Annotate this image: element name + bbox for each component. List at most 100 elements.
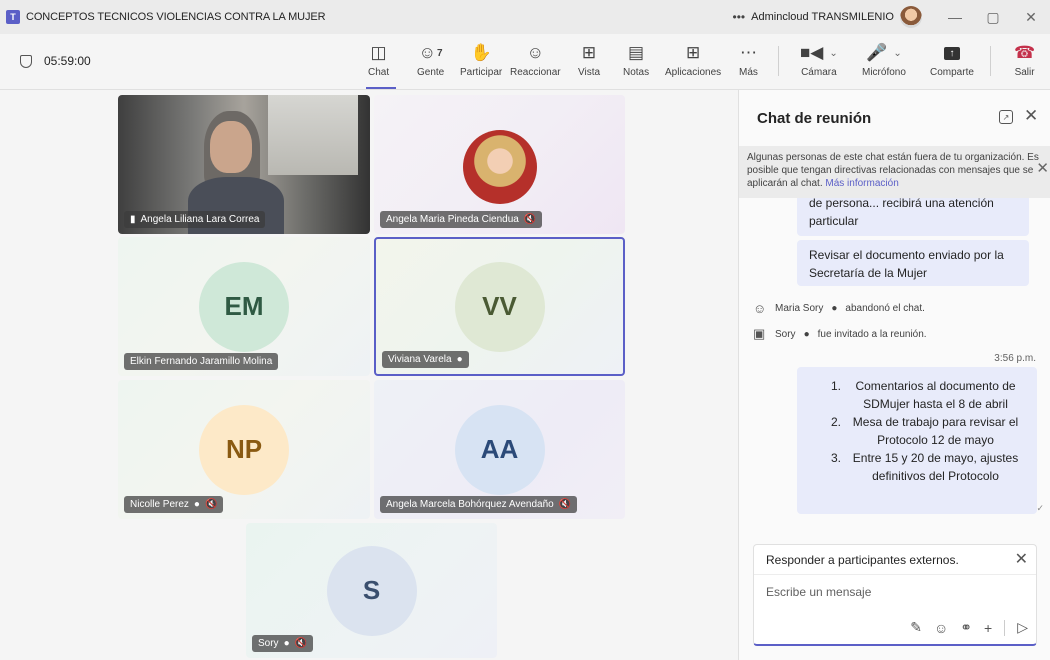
meeting-timer: 05:59:00 <box>20 54 91 68</box>
mic-off-icon: 🔇 <box>294 638 308 649</box>
participant-initials: S <box>326 545 417 636</box>
participant-name-chip: Angela Maria Pineda Ciendua 🔇 <box>380 211 543 228</box>
participant-initials: EM <box>199 261 289 352</box>
camera-button[interactable]: ■◀ ⌄ Cámara <box>800 42 838 78</box>
message-input[interactable] <box>766 585 1026 599</box>
chevron-down-icon[interactable]: ⌄ <box>829 48 837 59</box>
hand-icon: ✋ <box>470 43 492 62</box>
send-divider <box>1004 619 1006 636</box>
timer-value: 05:59:00 <box>44 54 91 68</box>
system-user-name: Maria Sory <box>775 303 824 314</box>
minimize-button[interactable]: — <box>936 9 974 25</box>
participant-initials: VV <box>454 261 545 352</box>
message-text: de persona... recibirá una atención part… <box>809 196 994 228</box>
camera-label: Cámara <box>801 67 837 78</box>
raise-hand-button[interactable]: ✋ Participar <box>460 42 502 78</box>
view-button[interactable]: ⊞ Vista <box>578 42 600 78</box>
participant-name-chip: Elkin Fernando Jaramillo Molina <box>124 353 279 370</box>
mic-off-icon: 🔇 <box>558 499 572 510</box>
camera-icon: ■◀ ⌄ <box>800 43 838 62</box>
video-grid: ▮ Angela Liliana Lara Correa Angela Mari… <box>0 90 738 660</box>
participant-name: Angela Liliana Lara Correa <box>140 214 260 225</box>
chat-button[interactable]: ◫ Chat <box>368 42 389 78</box>
system-message: ☺ Maria Sory ● abandonó el chat. <box>753 301 925 316</box>
participant-name: Angela Maria Pineda Ciendua <box>386 214 519 225</box>
mic-off-icon: 🔇 <box>204 499 218 510</box>
loop-icon[interactable]: ⚭ <box>960 619 972 636</box>
calendar-add-icon: ▣ <box>753 326 766 341</box>
list-number: 3. <box>830 451 841 465</box>
participant-name-chip: Sory ● 🔇 <box>252 635 314 652</box>
participant-initials: AA <box>454 404 545 495</box>
external-user-icon: ● <box>193 499 200 510</box>
apps-label: Aplicaciones <box>665 67 722 78</box>
people-label: Gente <box>417 67 445 78</box>
list-text: Entre 15 y 20 de mayo, ajustes definitiv… <box>852 451 1019 483</box>
close-chat-button[interactable]: ✕ <box>1024 106 1038 126</box>
notes-icon: ▤ <box>628 43 645 62</box>
reply-external-bar: Responder a participantes externos. ✕ <box>754 545 1036 575</box>
ellipsis-icon: ⋯ <box>739 43 757 62</box>
mic-button[interactable]: 🎤 ⌄ Micrófono <box>862 42 906 78</box>
participant-tile[interactable]: EM Elkin Fernando Jaramillo Molina <box>118 237 370 376</box>
participant-tile[interactable]: ▮ Angela Liliana Lara Correa <box>118 95 370 234</box>
participant-tile-speaking[interactable]: VV Viviana Varela ● <box>374 237 625 376</box>
teams-logo-icon: T <box>6 10 20 24</box>
participant-tile[interactable]: S Sory ● 🔇 <box>246 523 497 658</box>
participant-name: Nicolle Perez <box>130 499 189 510</box>
notes-button[interactable]: ▤ Notas <box>623 42 649 78</box>
list-item: 2. Mesa de trabajo para revisar el Protoc… <box>805 413 1025 449</box>
share-icon: ↑ <box>943 42 960 64</box>
system-user-name: Sory <box>775 328 796 340</box>
participant-initials: NP <box>199 404 289 495</box>
more-options-icon[interactable]: ••• <box>733 10 746 24</box>
react-button[interactable]: ☺ Reaccionar <box>510 42 561 78</box>
participant-tile[interactable]: Angela Maria Pineda Ciendua 🔇 <box>374 95 625 234</box>
grid-view-icon: ⊞ <box>581 43 597 62</box>
participant-tile[interactable]: NP Nicolle Perez ● 🔇 <box>118 380 370 519</box>
more-label: Más <box>739 67 758 78</box>
meeting-toolbar: 05:59:00 ◫ Chat ☺ 7 Gente ✋ Participar ☺ … <box>0 34 1050 90</box>
more-info-link[interactable]: Más información <box>825 178 898 189</box>
add-icon[interactable]: + <box>984 620 992 636</box>
list-item: 1. Comentarios al documento de SDMujer ha… <box>805 377 1025 413</box>
chat-panel: Chat de reunión ↗ ✕ Algunas personas de … <box>738 90 1050 660</box>
people-count: 7 <box>437 47 443 59</box>
format-icon[interactable]: ✎ <box>910 619 922 636</box>
maximize-button[interactable]: ▢ <box>974 9 1012 26</box>
account-name[interactable]: Admincloud TRANSMILENIO <box>751 11 894 23</box>
external-user-icon: ● <box>456 354 463 365</box>
chat-message[interactable]: 1. Comentarios al documento de SDMujer ha… <box>797 367 1037 514</box>
compose-tools: ✎ ☺ ⚭ + ▷ <box>910 619 1028 636</box>
signal-icon: ▮ <box>130 214 136 225</box>
participant-name: Viviana Varela <box>388 354 452 365</box>
chevron-down-icon[interactable]: ⌄ <box>893 48 901 59</box>
close-icon[interactable]: ✕ <box>1036 161 1049 176</box>
send-icon[interactable]: ▷ <box>1017 619 1028 636</box>
more-button[interactable]: ⋯ Más <box>739 42 758 78</box>
account-avatar[interactable] <box>900 6 922 28</box>
list-number: 1. <box>830 379 841 393</box>
chat-message[interactable]: Revisar el documento enviado por la Secr… <box>797 240 1029 286</box>
list-item: 3. Entre 15 y 20 de mayo, ajustes definit… <box>805 449 1025 485</box>
shield-icon <box>20 54 32 68</box>
system-text: fue invitado a la reunión. <box>817 328 927 340</box>
list-number: 2. <box>830 415 841 429</box>
participant-tile[interactable]: AA Angela Marcela Bohórquez Avendaño 🔇 <box>374 380 625 519</box>
emoji-icon[interactable]: ☺ <box>934 620 948 636</box>
popout-icon[interactable]: ↗ <box>999 110 1013 124</box>
share-button[interactable]: ↑ Comparte <box>930 42 974 78</box>
people-button[interactable]: ☺ 7 Gente <box>417 42 444 78</box>
system-message: ▣ Sory ● fue invitado a la reunión. <box>753 326 927 342</box>
person-left-icon: ☺ <box>753 301 767 316</box>
window-close-button[interactable]: ✕ <box>1012 9 1050 26</box>
leave-button[interactable]: ☎ Salir <box>1014 42 1035 78</box>
message-list: 1. Comentarios al documento de SDMujer ha… <box>805 377 1025 485</box>
compose-box: Responder a participantes externos. ✕ ✎ … <box>753 544 1037 646</box>
notes-label: Notas <box>623 67 650 78</box>
mic-off-icon: 🔇 <box>523 214 537 225</box>
participant-name-chip: Viviana Varela ● <box>382 351 469 368</box>
apps-button[interactable]: ⊞ Aplicaciones <box>665 42 721 78</box>
close-icon[interactable]: ✕ <box>1015 549 1028 569</box>
list-text: Comentarios al documento de SDMujer hast… <box>855 379 1016 411</box>
